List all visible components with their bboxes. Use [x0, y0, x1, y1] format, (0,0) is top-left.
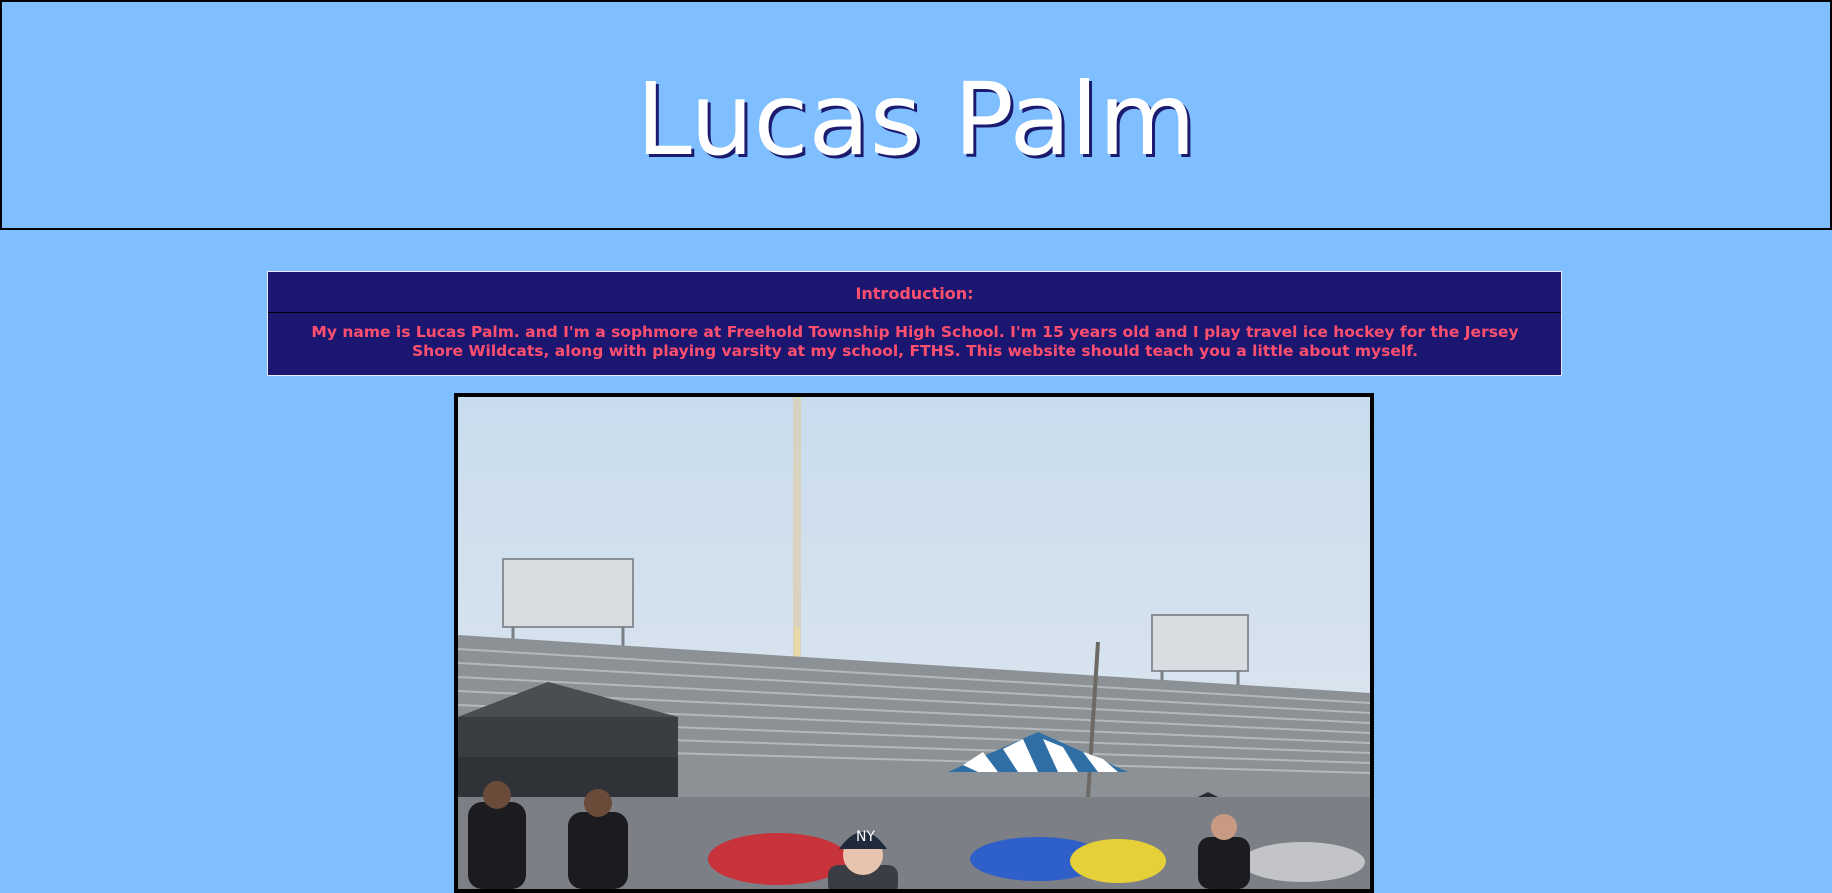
intro-text: My name is Lucas Palm. and I'm a sophmor…	[311, 323, 1519, 360]
photo-image: NY	[458, 397, 1370, 889]
profile-photo: NY	[454, 393, 1374, 893]
page-title: Lucas Palm	[636, 61, 1196, 178]
intro-section: Introduction: My name is Lucas Palm. and…	[267, 271, 1562, 376]
cap-logo: NY	[856, 829, 875, 845]
intro-divider	[268, 312, 1561, 313]
page-header: Lucas Palm	[0, 0, 1832, 230]
intro-heading: Introduction:	[855, 284, 974, 303]
